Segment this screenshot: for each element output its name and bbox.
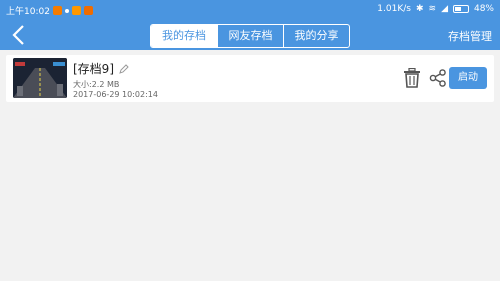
wifi-icon: ≋ — [428, 4, 437, 14]
edit-icon[interactable] — [118, 60, 130, 74]
save-tabs: 我的存档 网友存档 我的分享 — [150, 24, 350, 48]
share-button[interactable] — [429, 69, 447, 87]
app-notification-icon — [52, 6, 62, 15]
app-notification-icon — [71, 6, 81, 15]
save-title: [存档9] — [73, 62, 114, 76]
signal-icon: ◢ — [441, 4, 448, 14]
delete-button[interactable] — [403, 67, 421, 88]
tab-my-shares[interactable]: 我的分享 — [283, 25, 349, 47]
save-card: [存档9] 大小:2.2 MB 2017-06-29 10:02:14 启动 — [6, 55, 494, 102]
bluetooth-icon: ✱ — [415, 4, 424, 14]
share-icon — [429, 69, 446, 87]
launch-button[interactable]: 启动 — [449, 67, 487, 89]
app-notification-icon — [83, 6, 93, 15]
tab-user-saves[interactable]: 网友存档 — [217, 25, 283, 47]
manage-saves-button[interactable]: 存档管理 — [448, 28, 492, 44]
save-date: 2017-06-29 10:02:14 — [73, 90, 158, 99]
status-bar: 上午10:02 1.01K/s ✱ ≋ ◢ 48% — [0, 0, 500, 20]
network-speed: 1.01K/s — [377, 4, 411, 14]
status-time: 上午10:02 — [6, 7, 50, 17]
back-button[interactable] — [8, 23, 32, 47]
save-thumbnail — [13, 58, 67, 98]
chevron-left-icon — [12, 25, 24, 45]
tab-my-saves[interactable]: 我的存档 — [151, 25, 217, 47]
top-bar: 我的存档 网友存档 我的分享 存档管理 — [0, 20, 500, 50]
battery-percent: 48% — [473, 4, 494, 14]
trash-icon — [404, 67, 420, 88]
save-size: 大小:2.2 MB — [73, 80, 120, 89]
battery-icon — [452, 5, 469, 13]
notification-dot-icon — [64, 8, 69, 13]
